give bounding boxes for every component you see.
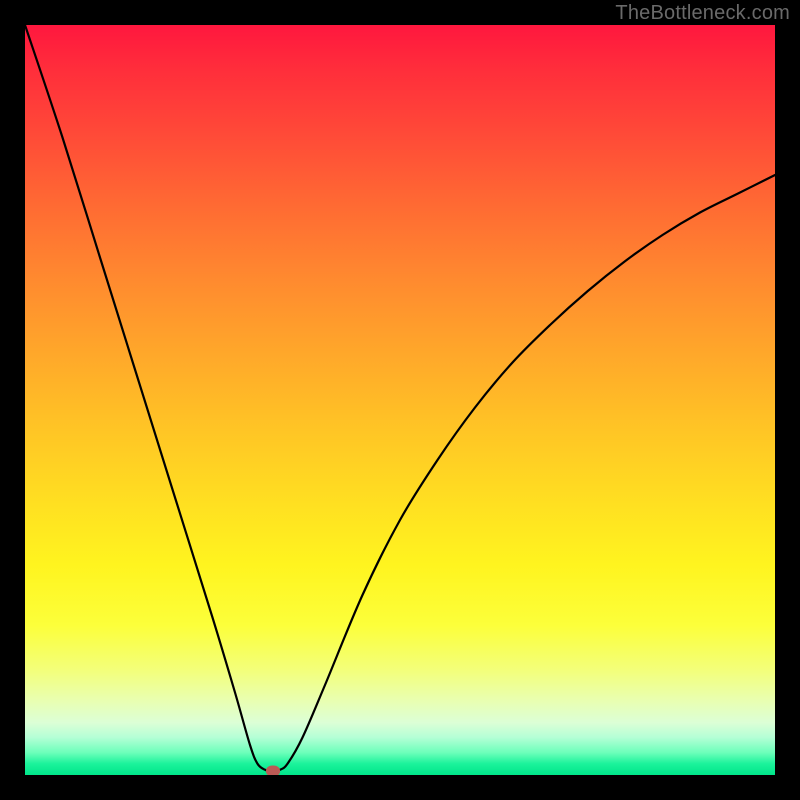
chart-frame: TheBottleneck.com bbox=[0, 0, 800, 800]
plot-area bbox=[25, 25, 775, 775]
optimal-point-marker bbox=[266, 766, 280, 775]
watermark-text: TheBottleneck.com bbox=[615, 2, 790, 25]
bottleneck-curve bbox=[25, 25, 775, 775]
